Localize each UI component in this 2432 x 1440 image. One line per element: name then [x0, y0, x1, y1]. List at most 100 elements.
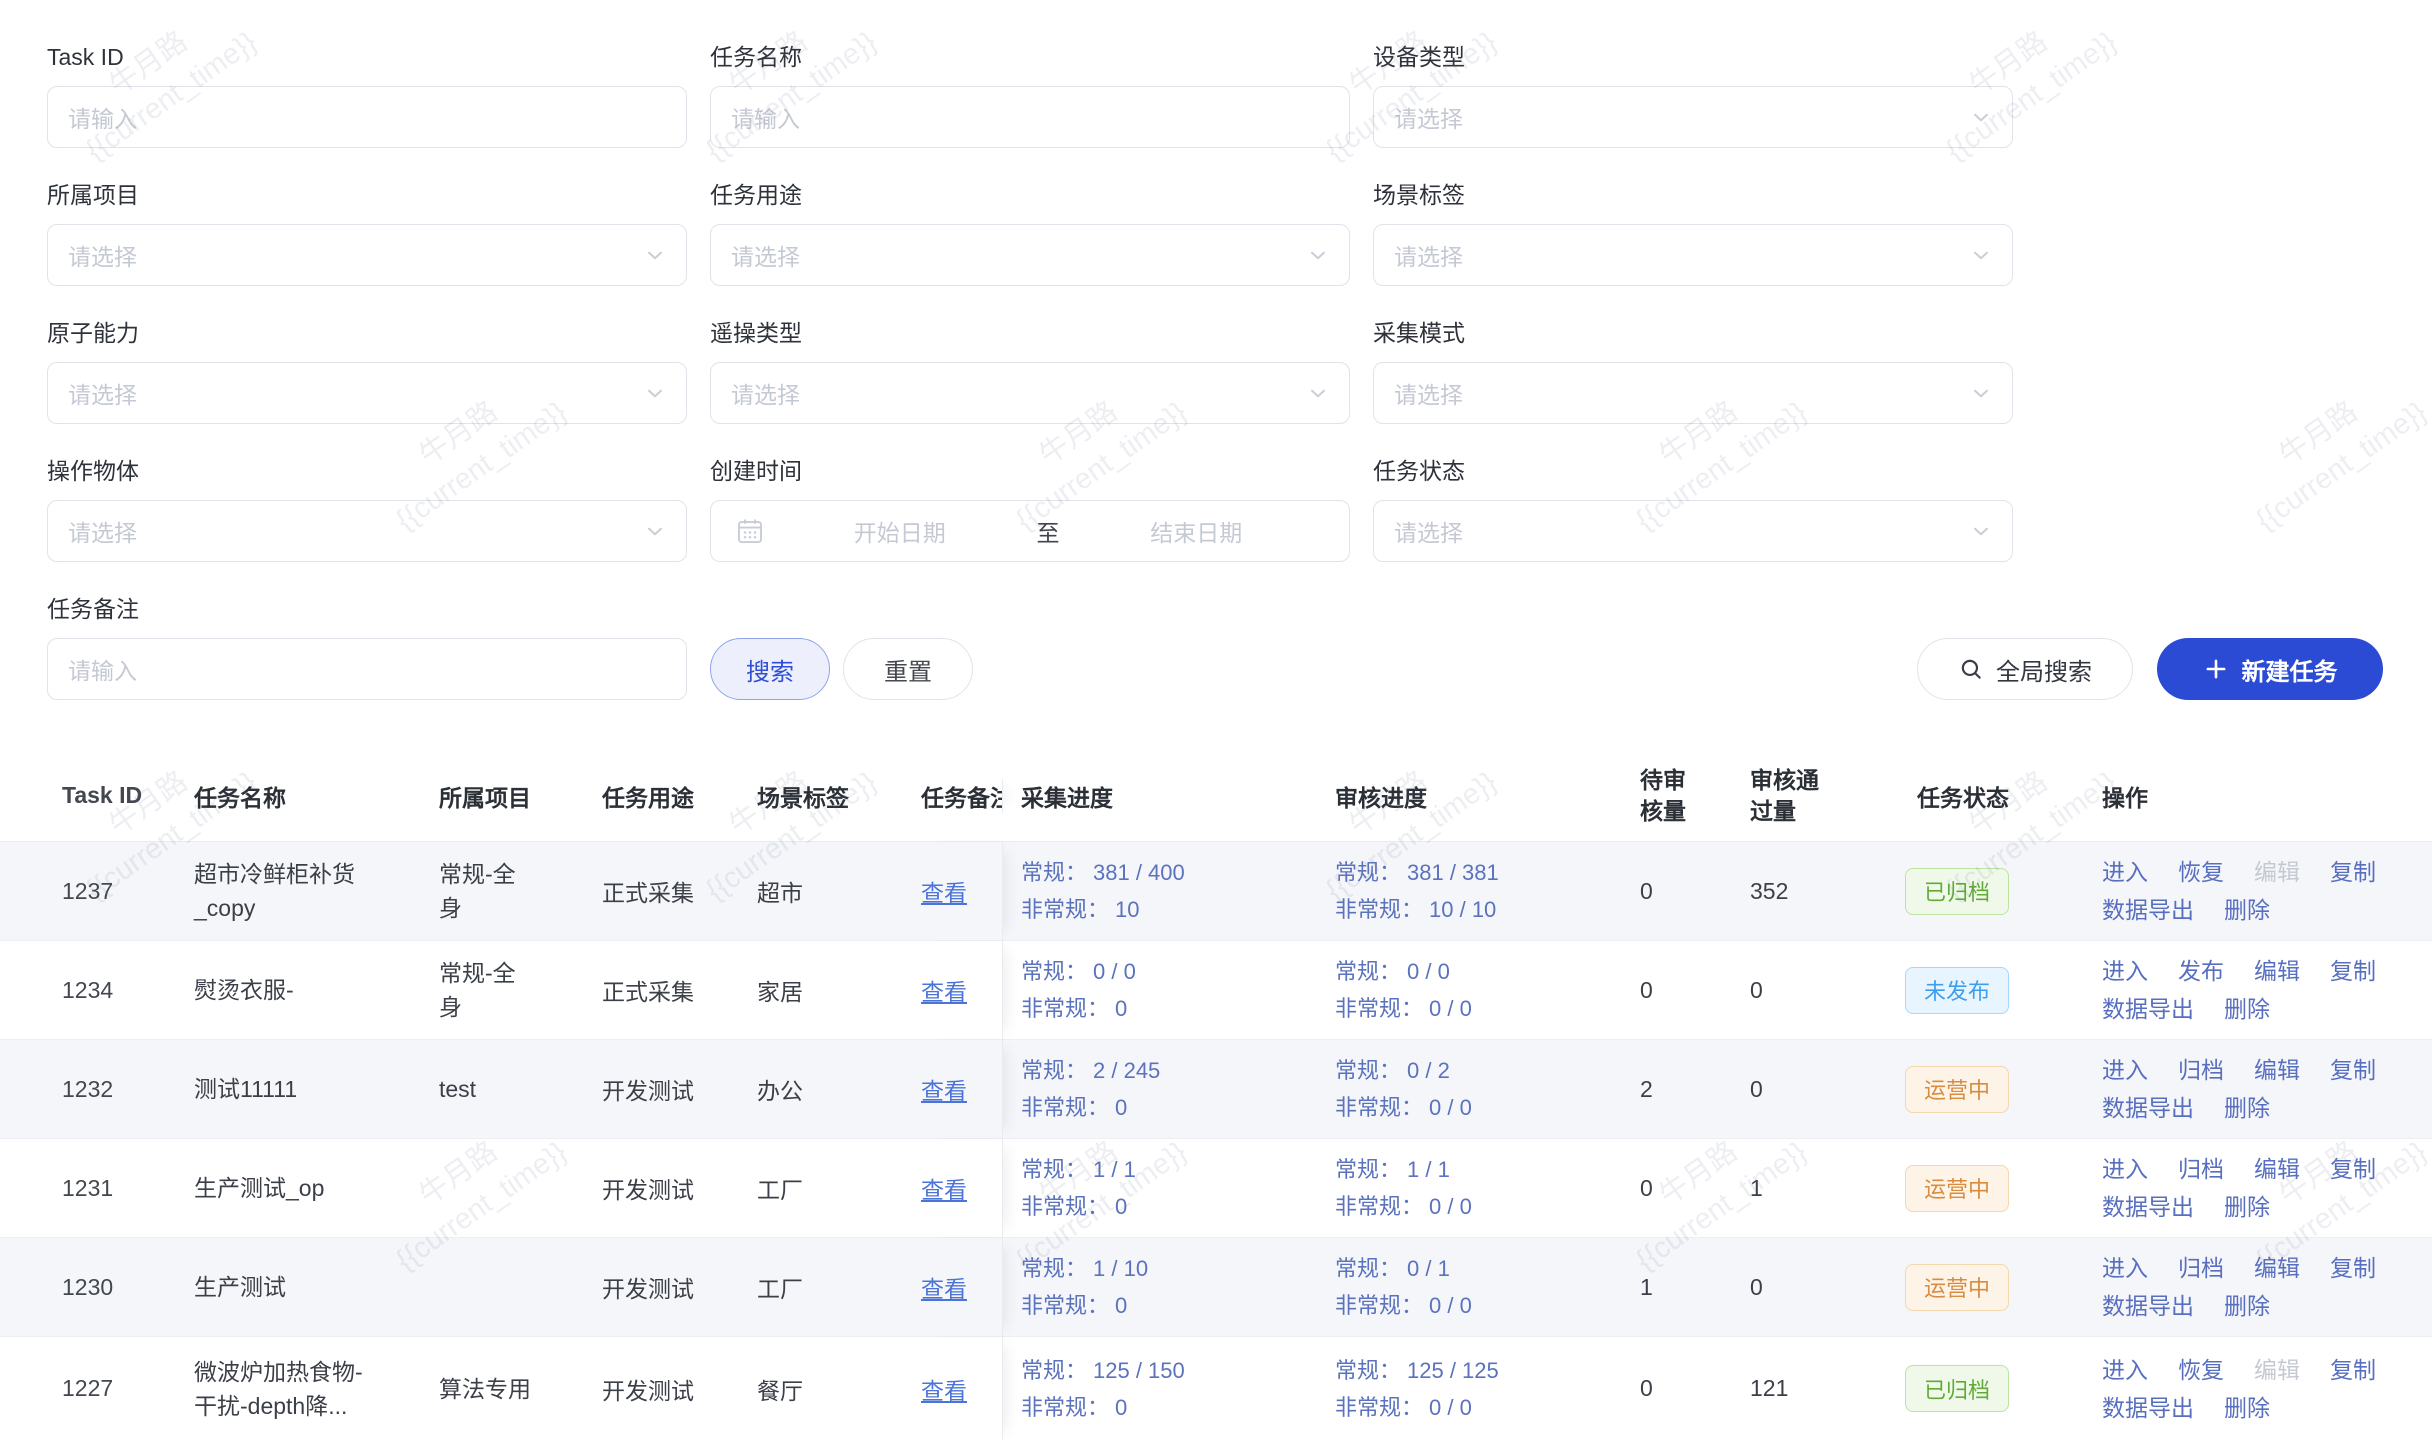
action-link[interactable]: 进入 [2102, 953, 2148, 989]
project-cell: 常规-全身 [427, 941, 595, 1039]
action-link[interactable]: 删除 [2224, 1390, 2270, 1426]
progress-label: 非常规： [1335, 1287, 1423, 1324]
remark-input[interactable]: 请输入 [47, 638, 687, 700]
action-link[interactable]: 复制 [2330, 1151, 2376, 1187]
task-name-cell: 熨烫衣服- [177, 941, 427, 1039]
select-input[interactable]: 请选择 [1373, 362, 2013, 424]
action-link: 编辑 [2254, 854, 2300, 890]
task-name-cell: 测试11111 [177, 1040, 427, 1138]
select-input[interactable]: 请选择 [1373, 500, 2013, 562]
col-header-pending: 待审核量 [1620, 765, 1748, 827]
remark-cell: 查看 [915, 941, 1003, 1039]
action-link[interactable]: 删除 [2224, 1090, 2270, 1126]
global-search-button[interactable]: 全局搜索 [1917, 638, 2133, 700]
collect-progress-cell: 常规：0 / 0非常规：0 [1003, 941, 1315, 1039]
view-remark-link[interactable]: 查看 [921, 1171, 967, 1205]
action-link[interactable]: 复制 [2330, 1250, 2376, 1286]
action-links: 进入归档编辑复制数据导出删除 [2102, 1151, 2402, 1225]
action-link[interactable]: 复制 [2330, 854, 2376, 890]
action-link[interactable]: 数据导出 [2102, 892, 2194, 928]
chevron-down-icon [1970, 520, 1992, 542]
start-date-placeholder: 开始日期 [771, 514, 1029, 548]
search-button[interactable]: 搜索 [710, 638, 830, 700]
progress-value: 10 / 10 [1429, 891, 1496, 928]
action-link[interactable]: 删除 [2224, 892, 2270, 928]
new-task-button[interactable]: 新建任务 [2157, 638, 2383, 700]
text-input[interactable]: 请输入 [710, 86, 1350, 148]
select-input[interactable]: 请选择 [710, 362, 1350, 424]
action-link[interactable]: 归档 [2178, 1250, 2224, 1286]
text-input[interactable]: 请输入 [47, 86, 687, 148]
table-row: 1234熨烫衣服-常规-全身正式采集家居查看常规：0 / 0非常规：0常规：0 … [0, 941, 2432, 1040]
action-link[interactable]: 删除 [2224, 1288, 2270, 1324]
progress-label: 常规： [1335, 854, 1401, 891]
reset-button[interactable]: 重置 [843, 638, 973, 700]
select-input[interactable]: 请选择 [47, 362, 687, 424]
select-input[interactable]: 请选择 [1373, 86, 2013, 148]
progress-value: 125 / 150 [1093, 1352, 1185, 1389]
progress-text: 常规：1 / 1非常规：0 [1021, 1151, 1136, 1225]
action-link[interactable]: 数据导出 [2102, 991, 2194, 1027]
view-remark-link[interactable]: 查看 [921, 1072, 967, 1106]
action-link[interactable]: 编辑 [2254, 1151, 2300, 1187]
action-link[interactable]: 复制 [2330, 953, 2376, 989]
action-link[interactable]: 数据导出 [2102, 1390, 2194, 1426]
select-input[interactable]: 请选择 [710, 224, 1350, 286]
project-cell [427, 1139, 595, 1237]
view-remark-link[interactable]: 查看 [921, 1372, 967, 1406]
action-link[interactable]: 恢复 [2178, 1352, 2224, 1388]
view-remark-link[interactable]: 查看 [921, 1270, 967, 1304]
table-row: 1231生产测试_op开发测试工厂查看常规：1 / 1非常规：0常规：1 / 1… [0, 1139, 2432, 1238]
action-link[interactable]: 进入 [2102, 854, 2148, 890]
end-date-placeholder: 结束日期 [1068, 514, 1326, 548]
action-link[interactable]: 数据导出 [2102, 1189, 2194, 1225]
action-link[interactable]: 发布 [2178, 953, 2224, 989]
action-link[interactable]: 编辑 [2254, 953, 2300, 989]
progress-label: 常规： [1335, 1052, 1401, 1089]
action-link[interactable]: 归档 [2178, 1151, 2224, 1187]
pending-count-cell: 1 [1620, 1238, 1748, 1336]
status-badge: 已归档 [1905, 1365, 2009, 1412]
passed-count-cell: 0 [1748, 941, 1903, 1039]
progress-line-irregular: 非常规：0 [1021, 1188, 1136, 1225]
chevron-down-icon [644, 244, 666, 266]
new-task-label: 新建任务 [2242, 652, 2338, 687]
progress-line-regular: 常规：1 / 1 [1335, 1151, 1472, 1188]
action-link[interactable]: 数据导出 [2102, 1090, 2194, 1126]
action-link[interactable]: 编辑 [2254, 1052, 2300, 1088]
task-name-cell: 生产测试 [177, 1238, 427, 1336]
task-id-cell: 1234 [0, 941, 177, 1039]
action-link[interactable]: 编辑 [2254, 1250, 2300, 1286]
progress-label: 常规： [1021, 1151, 1087, 1188]
task-table: Task ID 任务名称 所属项目 任务用途 场景标签 任务备注 采集进度 审核… [0, 750, 2432, 1440]
progress-value: 2 / 245 [1093, 1052, 1160, 1089]
action-link[interactable]: 进入 [2102, 1352, 2148, 1388]
chevron-down-icon [1307, 382, 1329, 404]
col-header-review: 审核进度 [1315, 779, 1620, 813]
action-link[interactable]: 归档 [2178, 1052, 2224, 1088]
select-input[interactable]: 请选择 [47, 500, 687, 562]
daterange-input[interactable]: 开始日期至结束日期 [710, 500, 1350, 562]
action-link[interactable]: 删除 [2224, 1189, 2270, 1225]
action-link[interactable]: 恢复 [2178, 854, 2224, 890]
progress-label: 常规： [1335, 1352, 1401, 1389]
action-link[interactable]: 进入 [2102, 1250, 2148, 1286]
action-link[interactable]: 复制 [2330, 1352, 2376, 1388]
remark-cell: 查看 [915, 1139, 1003, 1237]
progress-line-irregular: 非常规：0 / 0 [1335, 1287, 1472, 1324]
action-link[interactable]: 删除 [2224, 991, 2270, 1027]
progress-value: 0 / 0 [1407, 953, 1450, 990]
view-remark-link[interactable]: 查看 [921, 973, 967, 1007]
action-link[interactable]: 进入 [2102, 1151, 2148, 1187]
status-badge: 未发布 [1905, 967, 2009, 1014]
project-cell: test [427, 1040, 595, 1138]
action-link: 编辑 [2254, 1352, 2300, 1388]
view-remark-link[interactable]: 查看 [921, 874, 967, 908]
select-input[interactable]: 请选择 [47, 224, 687, 286]
select-input[interactable]: 请选择 [1373, 224, 2013, 286]
action-link[interactable]: 数据导出 [2102, 1288, 2194, 1324]
progress-text: 常规：381 / 400非常规：10 [1021, 854, 1185, 928]
action-link[interactable]: 复制 [2330, 1052, 2376, 1088]
action-link[interactable]: 进入 [2102, 1052, 2148, 1088]
progress-label: 非常规： [1021, 990, 1109, 1027]
